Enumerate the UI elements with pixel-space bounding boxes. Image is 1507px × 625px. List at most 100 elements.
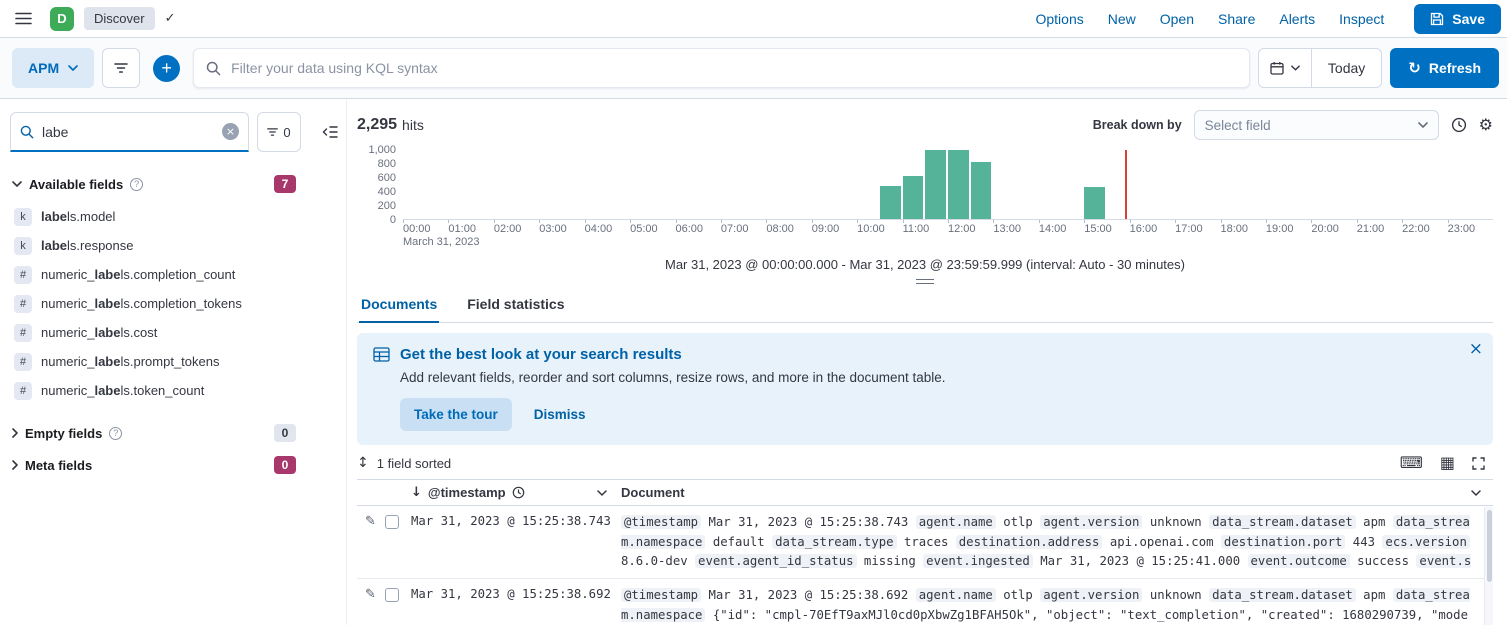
number-field-icon: #	[14, 266, 32, 284]
histogram-bar[interactable]	[971, 162, 992, 219]
dismiss-button[interactable]: Dismiss	[534, 407, 586, 422]
keyboard-icon: ⌨	[1400, 455, 1423, 471]
data-view-picker[interactable]: APM	[12, 48, 94, 88]
grid-scrollbar[interactable]	[1484, 507, 1493, 625]
clear-search-button[interactable]: ×	[222, 123, 239, 140]
field-name: numeric_labels.completion_tokens	[41, 296, 242, 311]
pencil-icon[interactable]: ✎	[365, 515, 376, 528]
field-item-numeric_labels.prompt_tokens[interactable]: #numeric_labels.prompt_tokens	[10, 347, 338, 376]
field-item-numeric_labels.completion_tokens[interactable]: #numeric_labels.completion_tokens	[10, 289, 338, 318]
breadcrumb[interactable]: Discover	[84, 7, 155, 30]
histogram-bar[interactable]	[1084, 187, 1105, 219]
pencil-icon[interactable]: ✎	[365, 588, 376, 601]
histogram-plot[interactable]	[403, 150, 1493, 220]
fullscreen-button[interactable]	[1472, 457, 1485, 470]
chart-settings-button[interactable]: ⚙	[1479, 117, 1493, 133]
tab-field-statistics[interactable]: Field statistics	[465, 287, 566, 322]
field-search[interactable]: ×	[10, 112, 249, 152]
topbar-link-open[interactable]: Open	[1160, 11, 1194, 27]
chevron-right-icon	[12, 428, 18, 438]
save-button[interactable]: Save	[1414, 4, 1501, 34]
topbar-link-new[interactable]: New	[1108, 11, 1136, 27]
sort-fields-icon[interactable]: ↕	[357, 455, 369, 471]
chevron-down-icon	[68, 65, 78, 71]
histogram-bar[interactable]	[948, 150, 969, 219]
document-column-header[interactable]: Document	[621, 485, 1493, 500]
field-name-chip: agent.name	[916, 515, 996, 529]
date-picker-button[interactable]	[1259, 49, 1312, 87]
available-fields-section[interactable]: Available fields ? 7	[10, 168, 338, 200]
topbar-links: Options New Open Share Alerts Inspect	[1035, 11, 1384, 27]
field-item-numeric_labels.token_count[interactable]: #numeric_labels.token_count	[10, 376, 338, 405]
row-controls: ✎	[357, 513, 411, 572]
meta-fields-section[interactable]: Meta fields 0	[10, 449, 338, 481]
sorted-fields-label[interactable]: 1 field sorted	[377, 456, 451, 471]
scrollbar-thumb[interactable]	[1487, 510, 1492, 582]
info-icon: ?	[109, 427, 122, 440]
field-name-chip: data_stream.dataset	[1209, 588, 1356, 602]
collapse-sidebar-button[interactable]	[321, 125, 338, 139]
meta-fields-label: Meta fields	[25, 458, 92, 473]
histogram-bar[interactable]	[903, 176, 924, 219]
select-row-checkbox[interactable]	[385, 515, 399, 529]
keyword-field-icon: k	[14, 208, 32, 226]
breakdown-field-select[interactable]: Select field	[1194, 110, 1439, 140]
date-quick-select[interactable]: Today	[1312, 49, 1381, 87]
field-item-numeric_labels.completion_count[interactable]: #numeric_labels.completion_count	[10, 260, 338, 289]
field-name-chip: data_stream.dataset	[1209, 515, 1356, 529]
field-name-chip: event.ingested	[923, 554, 1033, 568]
field-name-chip: agent.version	[1040, 588, 1142, 602]
field-name-chip: event.outcome	[1248, 554, 1350, 568]
space-avatar[interactable]: D	[50, 7, 74, 31]
keyboard-shortcuts-button[interactable]: ⌨	[1400, 455, 1423, 471]
available-fields-count-badge: 7	[274, 175, 296, 193]
table-row: ✎Mar 31, 2023 @ 15:25:38.743@timestamp M…	[357, 506, 1493, 579]
close-callout-button[interactable]: ×	[1469, 341, 1483, 358]
kql-search-bar[interactable]	[193, 48, 1250, 88]
kql-input[interactable]	[231, 60, 1237, 76]
chart-history-button[interactable]	[1451, 117, 1467, 133]
tab-documents[interactable]: Documents	[359, 287, 439, 322]
x-axis-tick: 06:00	[676, 223, 704, 235]
y-axis-tick: 800	[378, 158, 396, 170]
x-axis-tick: 08:00	[766, 223, 794, 235]
tabs: Documents Field statistics	[357, 287, 1493, 323]
x-axis-tick: 05:00	[630, 223, 658, 235]
take-the-tour-button[interactable]: Take the tour	[400, 398, 512, 431]
field-filter-count: 0	[283, 125, 290, 140]
timestamp-cell: Mar 31, 2023 @ 15:25:38.692	[411, 586, 621, 625]
field-filter-button[interactable]: 0	[257, 112, 301, 152]
y-axis-tick: 1,000	[368, 144, 396, 156]
topbar-link-share[interactable]: Share	[1218, 11, 1255, 27]
select-row-checkbox[interactable]	[385, 588, 399, 602]
histogram-bar[interactable]	[925, 150, 946, 219]
topbar-link-alerts[interactable]: Alerts	[1279, 11, 1315, 27]
x-axis-tick: 15:00	[1084, 223, 1112, 235]
field-item-labels.response[interactable]: klabels.response	[10, 231, 338, 260]
sorted-row: ↕ 1 field sorted ⌨ ▦	[357, 447, 1493, 479]
refresh-button[interactable]: ↻ Refresh	[1390, 48, 1499, 88]
field-item-numeric_labels.cost[interactable]: #numeric_labels.cost	[10, 318, 338, 347]
row-controls: ✎	[357, 586, 411, 625]
chart-resize-handle[interactable]	[916, 279, 934, 284]
number-field-icon: #	[14, 324, 32, 342]
menu-button[interactable]	[6, 2, 40, 36]
timestamp-column-header[interactable]: ↓ @timestamp	[411, 485, 621, 500]
x-axis-tick: 07:00	[721, 223, 749, 235]
field-search-input[interactable]	[42, 124, 214, 140]
filter-button[interactable]	[102, 48, 140, 88]
topbar-link-inspect[interactable]: Inspect	[1339, 11, 1384, 27]
empty-fields-section[interactable]: Empty fields ? 0	[10, 417, 338, 449]
query-toolbar: APM + Today ↻ Refresh	[0, 38, 1507, 99]
current-time-marker	[1125, 150, 1127, 219]
x-axis-tick: 12:00	[948, 223, 976, 235]
field-item-labels.model[interactable]: klabels.model	[10, 202, 338, 231]
add-filter-button[interactable]: +	[153, 55, 180, 82]
collapse-sidebar-icon	[321, 125, 338, 139]
breakdown-label: Break down by	[1093, 118, 1182, 132]
timestamp-cell: Mar 31, 2023 @ 15:25:38.743	[411, 513, 621, 572]
histogram-bar[interactable]	[880, 186, 901, 219]
hits-count: 2,295	[357, 116, 397, 134]
topbar-link-options[interactable]: Options	[1035, 11, 1083, 27]
display-options-button[interactable]: ▦	[1440, 455, 1455, 471]
